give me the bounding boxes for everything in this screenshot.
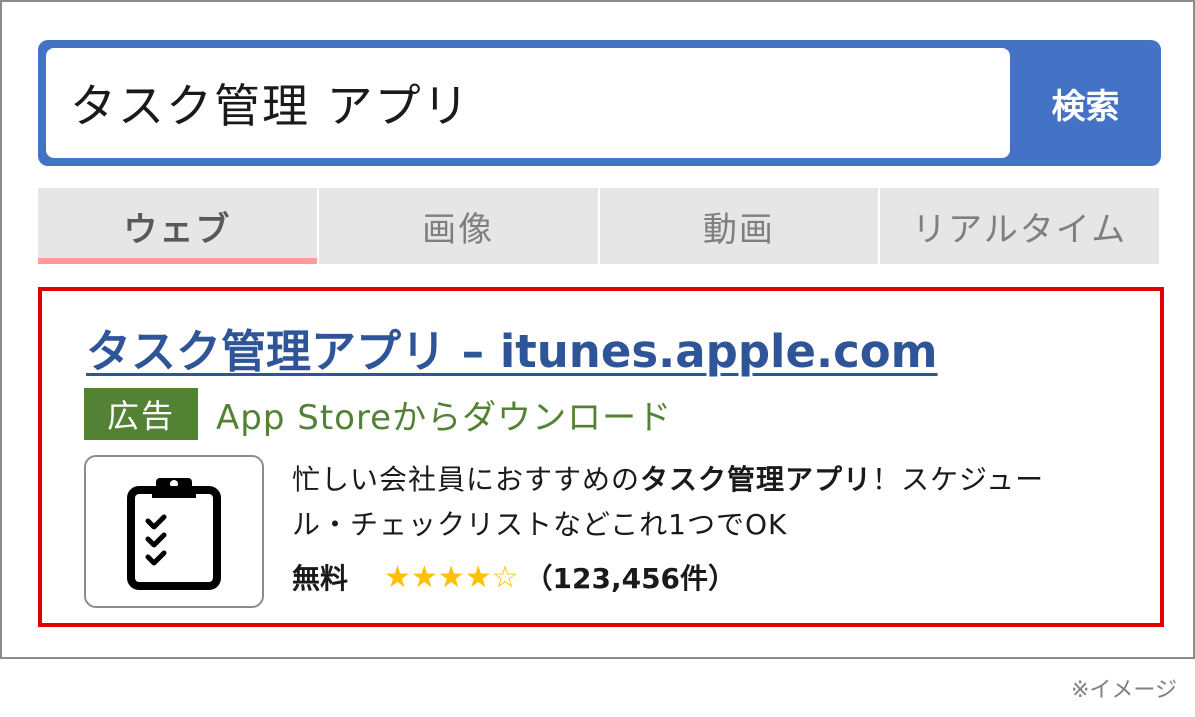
desc-text-bold: タスク管理アプリ — [640, 463, 873, 496]
tab-images[interactable]: 画像 — [318, 188, 600, 264]
desc-text-before: 忙しい会社員におすすめの — [292, 463, 641, 496]
tab-realtime[interactable]: リアルタイム — [880, 188, 1159, 264]
search-input[interactable] — [46, 48, 1010, 158]
ad-title-link[interactable]: タスク管理アプリ – itunes.apple.com — [86, 315, 938, 380]
sponsored-result: タスク管理アプリ – itunes.apple.com 広告 App Store… — [38, 287, 1164, 627]
app-icon[interactable] — [84, 455, 264, 608]
clipboard-checklist-icon — [127, 477, 221, 590]
star-rating: ★★★★☆ — [384, 559, 519, 595]
tab-web[interactable]: ウェブ — [38, 188, 319, 264]
ad-description: 忙しい会社員におすすめのタスク管理アプリ！スケジュール・チェックリストなどこれ1… — [292, 457, 1092, 547]
search-bar: 検索 — [38, 40, 1161, 166]
search-tabs: ウェブ 画像 動画 リアルタイム — [38, 188, 1159, 264]
search-results-frame: 検索 ウェブ 画像 動画 リアルタイム タスク管理アプリ – itunes.ap… — [0, 0, 1195, 659]
ad-meta: 無料 ★★★★☆ （123,456件） — [292, 557, 736, 597]
ad-badge: 広告 — [84, 388, 198, 440]
ad-subtitle-link[interactable]: App Storeからダウンロード — [216, 388, 672, 440]
search-button[interactable]: 検索 — [1010, 40, 1161, 166]
review-count: （123,456件） — [524, 562, 737, 595]
image-caption: ※イメージ — [1071, 678, 1177, 703]
price-label: 無料 — [292, 562, 349, 595]
tab-videos[interactable]: 動画 — [599, 188, 881, 264]
